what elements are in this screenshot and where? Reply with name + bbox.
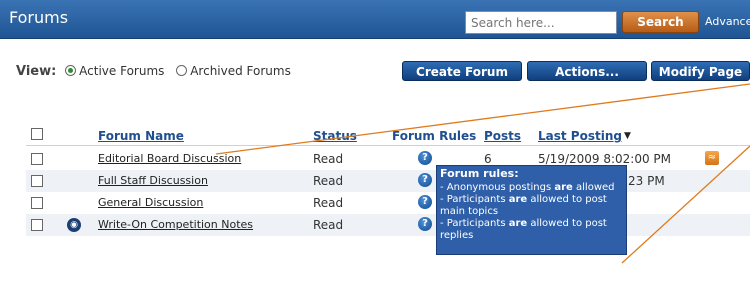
annotation-lines — [215, 83, 750, 264]
annotation-line-tooltip — [621, 145, 750, 264]
annotation-line-name — [215, 83, 750, 155]
